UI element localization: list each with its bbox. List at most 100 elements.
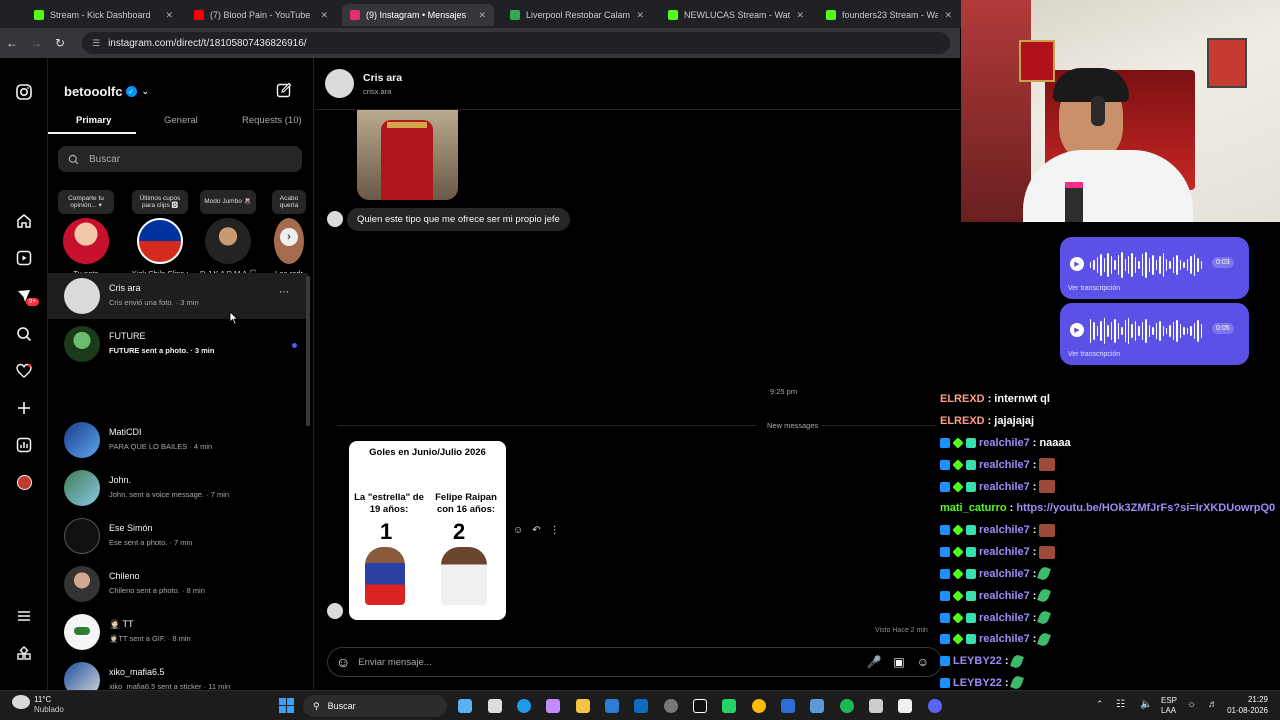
reply-icon[interactable]: ↶ [532,525,540,536]
reload-icon[interactable]: ↻ [48,36,72,50]
more-options-icon[interactable]: ⋯ [279,287,289,298]
profile-avatar-icon[interactable] [14,472,34,492]
conversation-item[interactable]: Cris ara Cris envió una foto. · 3 min ⋯ [48,273,308,319]
back-icon[interactable]: ← [0,36,24,50]
tiktok-icon[interactable] [693,699,707,713]
reels-icon[interactable] [14,248,34,268]
windows-start-icon[interactable] [279,698,294,713]
volume-icon[interactable]: 🔈 [1140,699,1152,710]
notes-next-icon[interactable]: › [280,228,298,246]
stream-chat-username[interactable]: realchile7 [979,590,1030,602]
stream-chat-username[interactable]: LEYBY22 [953,655,1002,667]
note-item[interactable]: Últimos cupos para clips 🅾 Kick Chile Cl… [132,190,188,278]
account-switcher[interactable]: betooolfc ✓ ⌄ [64,84,149,99]
forward-icon[interactable]: → [24,36,48,50]
browser-tab[interactable]: Stream - Kick Dashboard ✕ [26,4,181,26]
inbox-scrollbar[interactable] [306,276,310,426]
stream-chat-username[interactable]: realchile7 [979,481,1030,493]
edge-icon[interactable] [517,699,531,713]
browser-tab[interactable]: founders23 Stream - Watch Liv ✕ [818,4,960,26]
speaker-icon[interactable]: ♬ [1208,699,1218,710]
taskbar-search[interactable]: ⚲ Buscar [303,695,447,717]
language-code[interactable]: ESP [1161,696,1177,705]
network-icon[interactable]: ☷ [1116,699,1125,710]
discord-icon[interactable] [928,699,942,713]
avatar[interactable] [325,69,354,98]
chevron-up-icon[interactable]: ⌃ [1096,699,1104,710]
new-message-icon[interactable] [276,82,292,102]
home-icon[interactable] [14,211,34,231]
conversation-item[interactable]: FUTURE FUTURE sent a photo. · 3 min [48,321,308,367]
browser-tab[interactable]: (9) Instagram • Mensajes ✕ [342,4,494,26]
instagram-logo-icon[interactable] [14,82,34,102]
note-item[interactable]: Comparte tu opinión... ▾ Tu nota [58,190,114,278]
mail-icon[interactable] [634,699,648,713]
widgets-icon[interactable] [488,699,502,713]
conversation-item[interactable]: Chileno Chileno sent a photo. · 8 min [48,561,308,607]
more-options-icon[interactable]: ⋮ [550,525,560,536]
search-input[interactable]: Buscar [58,146,302,172]
close-tab-icon[interactable]: ✕ [944,10,952,21]
task-view-icon[interactable] [458,699,472,713]
chrome-icon[interactable] [752,699,766,713]
browser-tab[interactable]: Liverpool Restobar Calama - Go ✕ [502,4,652,26]
stream-chat-username[interactable]: ELREXD [940,393,985,405]
tab-general[interactable]: General [164,115,198,126]
copilot-icon[interactable] [546,699,560,713]
play-icon[interactable]: ▶ [1070,257,1084,271]
conversation-item[interactable]: MatiCDI PARA QUE LO BAILES · 4 min [48,417,308,463]
close-tab-icon[interactable]: ✕ [165,10,173,21]
react-emoji-icon[interactable]: ☺ [513,525,523,536]
chat-contact-name[interactable]: Cris ara [363,72,402,84]
stream-chat-username[interactable]: realchile7 [979,568,1030,580]
microphone-icon[interactable]: 🎤 [866,655,881,669]
stream-chat-username[interactable]: realchile7 [979,633,1030,645]
create-plus-icon[interactable] [14,398,34,418]
browser-tab[interactable]: (7) Blood Pain - YouTube ✕ [186,4,336,26]
search-icon[interactable] [14,324,34,344]
emoji-icon[interactable]: ☺ [336,654,350,670]
obs-icon[interactable] [664,699,678,713]
stream-chat-username[interactable]: LEYBY22 [953,677,1002,689]
stream-chat-link[interactable]: https://youtu.be/HOk3ZMfJrFs?si=IrXKDUow… [1016,502,1275,514]
note-item[interactable]: Modo Jumbo 🚇 D J K A R M A 🎧 [200,190,256,278]
message-composer[interactable]: ☺ Enviar mensaje... 🎤 ▣ ☺ [327,647,942,677]
stream-chat-username[interactable]: realchile7 [979,459,1030,471]
stream-chat-username[interactable]: mati_caturro [940,502,1007,514]
conversation-item[interactable]: 🤵🏻 TT 🤵🏻TT sent a GIF. · 8 min [48,609,308,655]
url-input[interactable]: ☰ instagram.com/direct/t/181058074368269… [82,32,950,54]
app-icon[interactable] [810,699,824,713]
tab-requests[interactable]: Requests (10) [242,115,302,126]
image-message-card[interactable]: Goles en Junio/Julio 2026 La "estrella" … [349,441,506,620]
sticker-icon[interactable]: ☺ [917,655,929,669]
stream-chat-username[interactable]: ELREXD [940,415,985,427]
notepad-icon[interactable] [898,699,912,713]
stream-chat-username[interactable]: realchile7 [979,546,1030,558]
tab-primary[interactable]: Primary [76,115,111,126]
whatsapp-icon[interactable] [722,699,736,713]
menu-icon[interactable] [14,606,34,626]
wifi-icon[interactable]: ☼ [1187,699,1196,710]
notifications-heart-icon[interactable] [14,361,34,381]
close-tab-icon[interactable]: ✕ [636,10,644,21]
app-icon[interactable] [781,699,795,713]
view-transcript-link[interactable]: Ver transcripción [1068,285,1120,292]
view-transcript-link[interactable]: Ver transcripción [1068,351,1120,358]
close-tab-icon[interactable]: ✕ [478,10,486,21]
dashboard-icon[interactable] [14,435,34,455]
stream-chat-username[interactable]: realchile7 [979,524,1030,536]
spotify-icon[interactable] [840,699,854,713]
play-icon[interactable]: ▶ [1070,323,1084,337]
browser-tab[interactable]: NEWLUCAS Stream - Watch Li ✕ [660,4,812,26]
close-tab-icon[interactable]: ✕ [320,10,328,21]
clock-time[interactable]: 21:29 [1218,695,1268,704]
conversation-item[interactable]: John. John. sent a voice message. · 7 mi… [48,465,308,511]
stream-chat-username[interactable]: realchile7 [979,437,1030,449]
photo-message[interactable] [357,110,458,200]
store-icon[interactable] [605,699,619,713]
site-info-icon[interactable]: ☰ [92,38,100,49]
image-icon[interactable]: ▣ [893,655,904,669]
message-bubble[interactable]: Quien este tipo que me ofrece ser mi pro… [347,208,570,231]
stream-chat-username[interactable]: realchile7 [979,612,1030,624]
app-icon[interactable] [869,699,883,713]
